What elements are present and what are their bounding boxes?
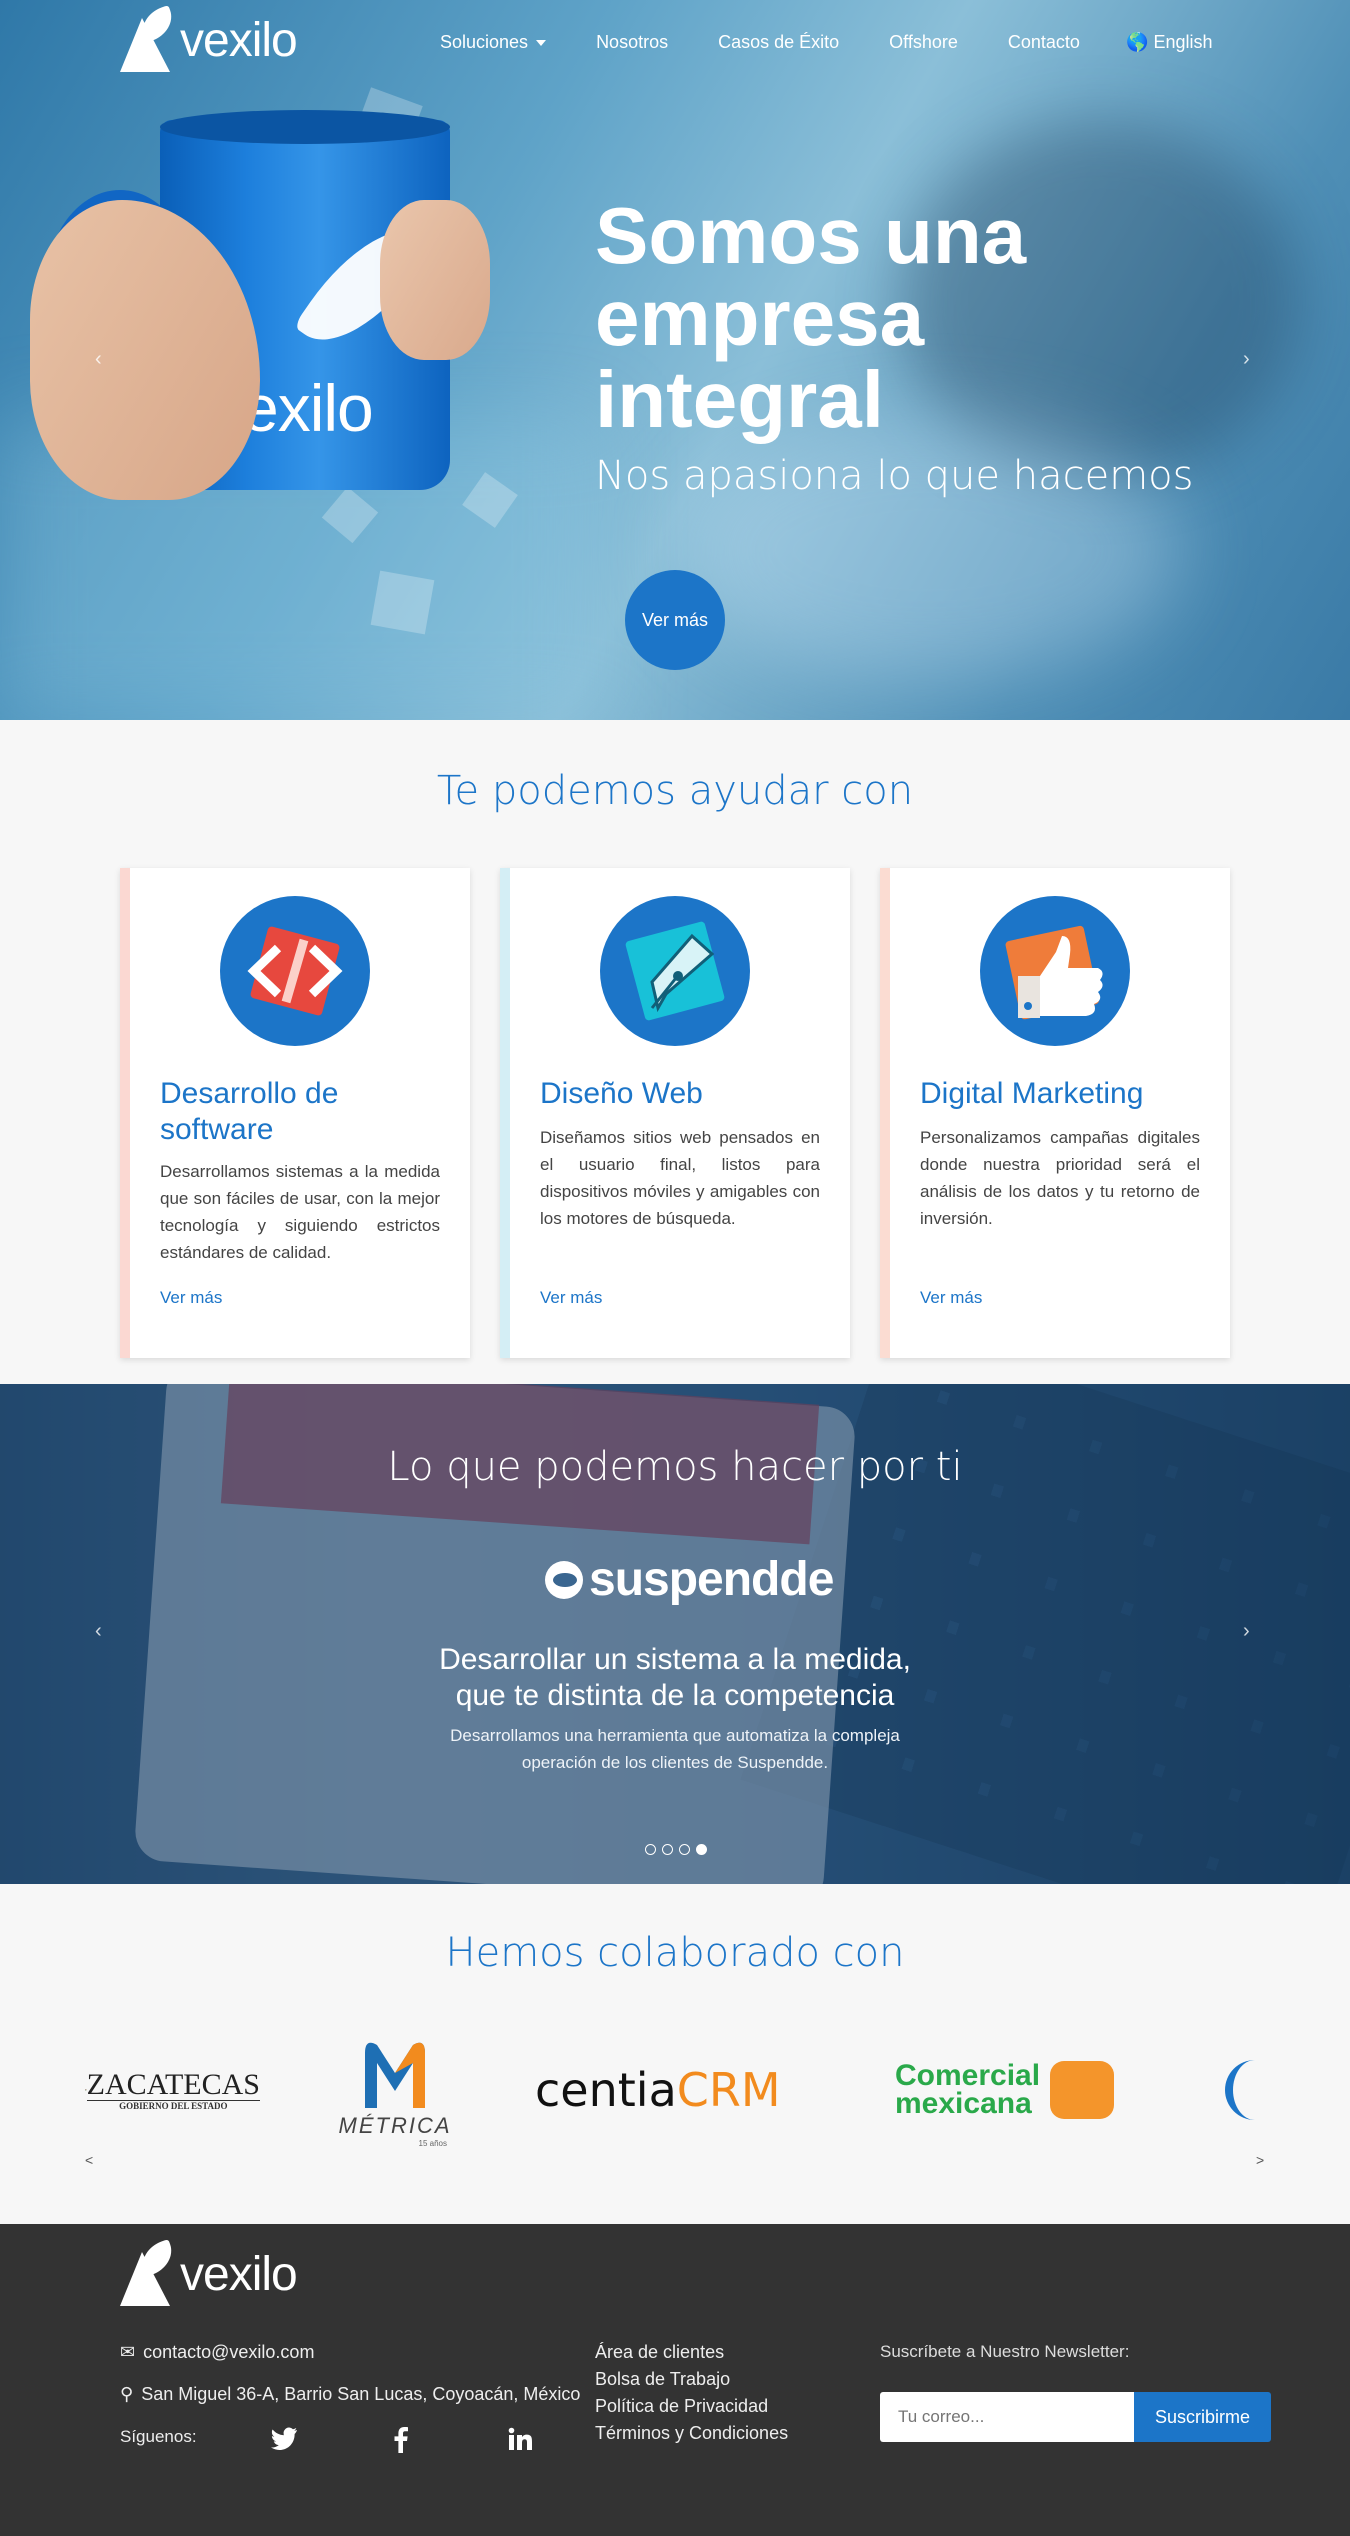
newsletter-subscribe-button[interactable]: Suscribirme [1134,2392,1271,2442]
newsletter-email-input[interactable] [880,2392,1134,2442]
twitter-icon[interactable] [270,2427,298,2458]
nav-item-contacto[interactable]: Contacto [1008,32,1080,53]
card-accent [500,868,510,1358]
client-logo-centiacrm: centia CRM [535,2063,781,2117]
hero-title: Somos una empresa integral [595,191,1027,444]
service-description: Personalizamos campañas digitales donde … [920,1128,1200,1228]
main-menu: Soluciones Nosotros Casos de Éxito Offsh… [440,32,1130,53]
slide-dot[interactable] [679,1844,690,1855]
slide-dot-active[interactable] [696,1844,707,1855]
case-description: Desarrollamos una herramienta que automa… [450,1726,900,1772]
metrica-m-icon [365,2042,425,2108]
footer-email[interactable]: ✉ contacto@vexilo.com [120,2342,314,2363]
facebook-icon[interactable] [394,2427,408,2460]
pen-nib-icon [600,896,750,1046]
decor-square [370,570,435,635]
hero-copy: Somos una empresa integral Nos apasiona … [595,191,1194,500]
suspendde-logo: suspendde [545,1552,834,1607]
client-logo-comercial-mexicana: Comercial mexicana [895,2025,1155,2155]
case-section-title: Lo que podemos hacer por ti [387,1444,963,1490]
slide-dot[interactable] [662,1844,673,1855]
footer-link-terminos[interactable]: Términos y Condiciones [595,2423,788,2444]
envelope-icon: ✉ [120,2342,136,2362]
chevron-down-icon [536,40,547,47]
nav-item-offshore[interactable]: Offshore [889,32,958,53]
code-icon [220,896,370,1046]
client-logo-partial [1225,2025,1265,2155]
services-title: Te podemos ayudar con [436,768,914,814]
clients-next-arrow[interactable]: > [1256,2152,1264,2168]
service-card-digital-marketing: Digital Marketing Personalizamos campaña… [880,868,1230,1358]
service-description: Diseñamos sitios web pensados en el usua… [540,1128,820,1228]
clients-title: Hemos colaborado con [445,1930,905,1976]
pelican-icon [1050,2061,1115,2119]
case-study-slider: Lo que podemos hacer por ti suspendde De… [0,1384,1350,1884]
case-headline: Desarrollar un sistema a la medida, que t… [439,1643,911,1712]
client-logo-zacatecas: ZACATECAS GOBIERNO DEL ESTADO [85,2025,260,2155]
language-switch[interactable]: 🌎 English [1126,32,1212,53]
service-ver-mas-link[interactable]: Ver más [920,1288,982,1308]
hand-image [380,200,490,360]
service-ver-mas-link[interactable]: Ver más [160,1288,222,1308]
slider-indicators [645,1844,707,1855]
footer-brand-logo[interactable]: vexilo [120,2239,298,2306]
case-next-arrow[interactable]: › [1243,1620,1250,1643]
case-prev-arrow[interactable]: ‹ [95,1620,102,1643]
brand-logo[interactable]: vexilo [120,5,298,72]
nav-item-casos-de-exito[interactable]: Casos de Éxito [718,32,839,53]
service-title: Diseño Web [540,1077,703,1110]
vexilo-logo-icon [120,2239,178,2306]
follow-label: Síguenos: [120,2427,197,2446]
linkedin-icon[interactable] [508,2427,532,2458]
hero-ver-mas-button[interactable]: Ver más [625,570,725,670]
footer-link-bolsa-trabajo[interactable]: Bolsa de Trabajo [595,2369,730,2390]
newsletter-label: Suscríbete a Nuestro Newsletter: [880,2342,1130,2361]
card-accent [120,868,130,1358]
service-description: Desarrollamos sistemas a la medida que s… [160,1162,440,1262]
footer-link-area-clientes[interactable]: Área de clientes [595,2342,724,2363]
vexilo-logo-icon [120,5,178,72]
client-logo-metrica: MÉTRICA 15 años [335,2025,455,2155]
hero-subtitle: Nos apasiona lo que hacemos [595,453,1194,499]
footer-address: ⚲ San Miguel 36-A, Barrio San Lucas, Coy… [120,2384,581,2404]
slide-dot[interactable] [645,1844,656,1855]
service-ver-mas-link[interactable]: Ver más [540,1288,602,1308]
service-title: Desarrollo de software [160,1077,339,1146]
footer-link-privacidad[interactable]: Política de Privacidad [595,2396,768,2417]
site-footer: vexilo ✉ contacto@vexilo.com ⚲ San Migue… [0,2224,1350,2536]
suspendde-logo-icon [545,1560,583,1599]
hero-slider: vexilo vexilo Soluciones Nosotros Casos … [0,0,1350,720]
service-card-software: Desarrollo de software Desarrollamos sis… [120,868,470,1358]
brand-name: vexilo [180,2247,298,2301]
service-title: Digital Marketing [920,1077,1144,1110]
hero-next-arrow[interactable]: › [1243,348,1250,371]
nav-item-soluciones[interactable]: Soluciones [440,32,547,53]
card-accent [880,868,890,1358]
case-brand-name: suspendde [589,1553,834,1606]
hero-prev-arrow[interactable]: ‹ [95,348,102,371]
service-card-web-design: Diseño Web Diseñamos sitios web pensados… [500,868,850,1358]
top-navigation: vexilo Soluciones Nosotros Casos de Éxit… [0,0,1350,90]
brand-name: vexilo [180,13,298,67]
language-label: English [1153,32,1213,52]
clients-prev-arrow[interactable]: < [85,2152,93,2168]
clients-carousel: ZACATECAS GOBIERNO DEL ESTADO MÉTRICA 15… [85,2025,1265,2155]
map-pin-icon: ⚲ [120,2384,134,2404]
thumbs-up-icon [980,896,1130,1046]
nav-item-nosotros[interactable]: Nosotros [596,32,668,53]
globe-icon: 🌎 [1126,32,1149,52]
